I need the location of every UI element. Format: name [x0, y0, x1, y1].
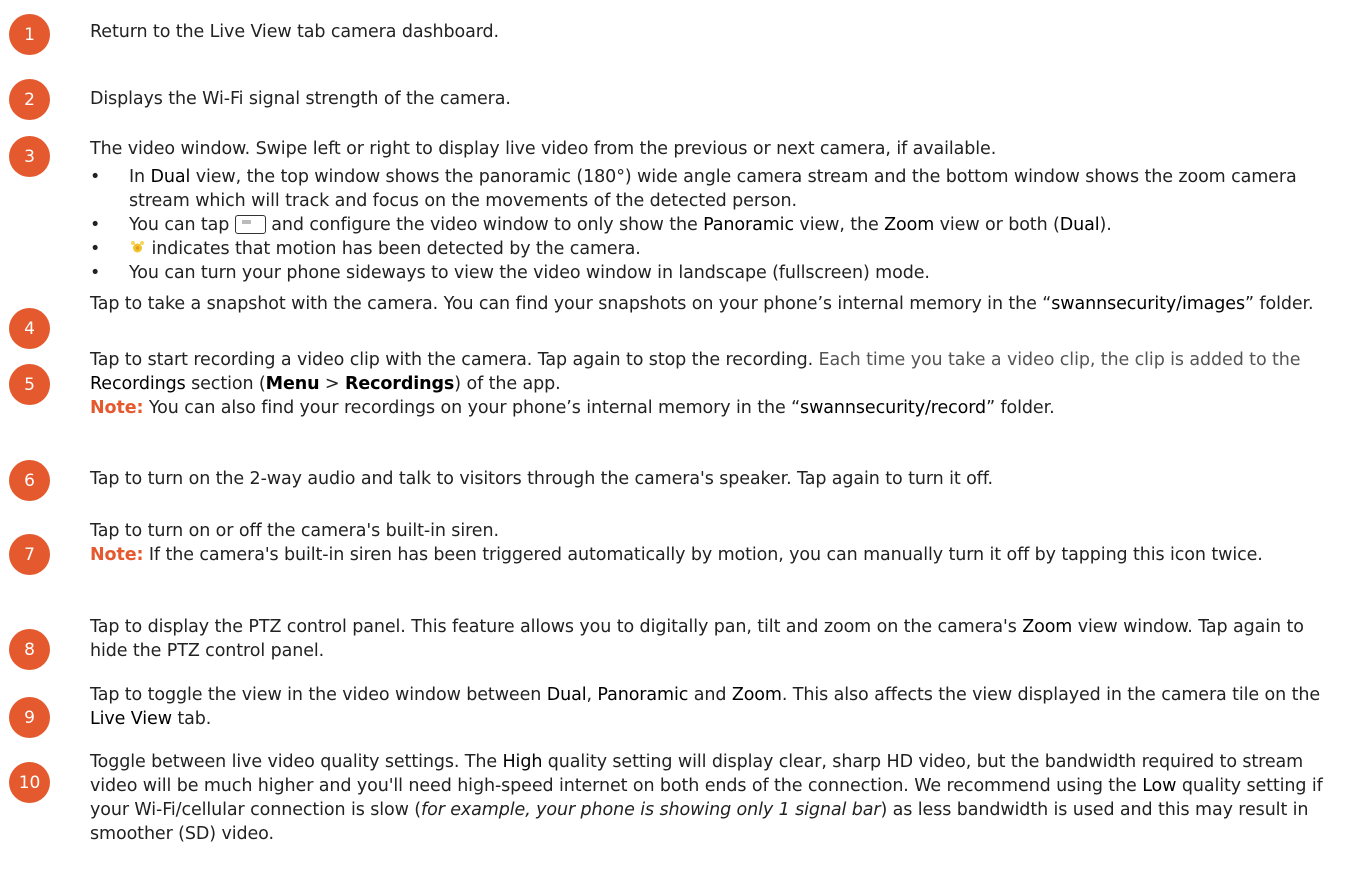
- step-number-badge: 7: [9, 534, 50, 575]
- step-number-badge: 1: [9, 14, 50, 55]
- step-description: Tap to display the PTZ control panel. Th…: [90, 617, 1304, 661]
- step-note: Note: If the camera's built-in siren has…: [90, 545, 1263, 565]
- step-description: Tap to start recording a video clip with…: [90, 350, 1301, 394]
- step-description: Tap to take a snapshot with the camera. …: [90, 294, 1314, 314]
- step-description: The video window. Swipe left or right to…: [90, 139, 997, 159]
- step-note: Note: You can also find your recordings …: [90, 398, 1055, 418]
- bullet-item: You can turn your phone sideways to view…: [90, 261, 1346, 285]
- step-number-badge: 2: [9, 79, 50, 120]
- step-number-badge: 9: [9, 697, 50, 738]
- step-description: Displays the Wi-Fi signal strength of th…: [90, 89, 511, 109]
- motion-detected-icon: [131, 241, 144, 253]
- step-number-badge: 6: [9, 460, 50, 501]
- bullet-item: In Dual view, the top window shows the p…: [90, 165, 1346, 213]
- step-number-badge: 5: [9, 364, 50, 405]
- video-window-icon: [234, 215, 266, 234]
- step-description: Tap to toggle the view in the video wind…: [90, 685, 1321, 729]
- step-description: Tap to turn on the 2-way audio and talk …: [90, 469, 993, 489]
- bullet-list: In Dual view, the top window shows the p…: [90, 165, 1346, 285]
- step-description: Return to the Live View tab camera dashb…: [90, 22, 499, 42]
- step-number-badge: 8: [9, 629, 50, 670]
- step-number-badge: 4: [9, 308, 50, 349]
- step-number-badge: 10: [9, 762, 50, 803]
- bullet-item: You can tap and configure the video wind…: [90, 213, 1346, 237]
- step-number-badge: 3: [9, 136, 50, 177]
- step-description: Tap to turn on or off the camera's built…: [90, 521, 499, 541]
- step-description: Toggle between live video quality settin…: [90, 752, 1323, 844]
- bullet-item: indicates that motion has been detected …: [90, 237, 1346, 261]
